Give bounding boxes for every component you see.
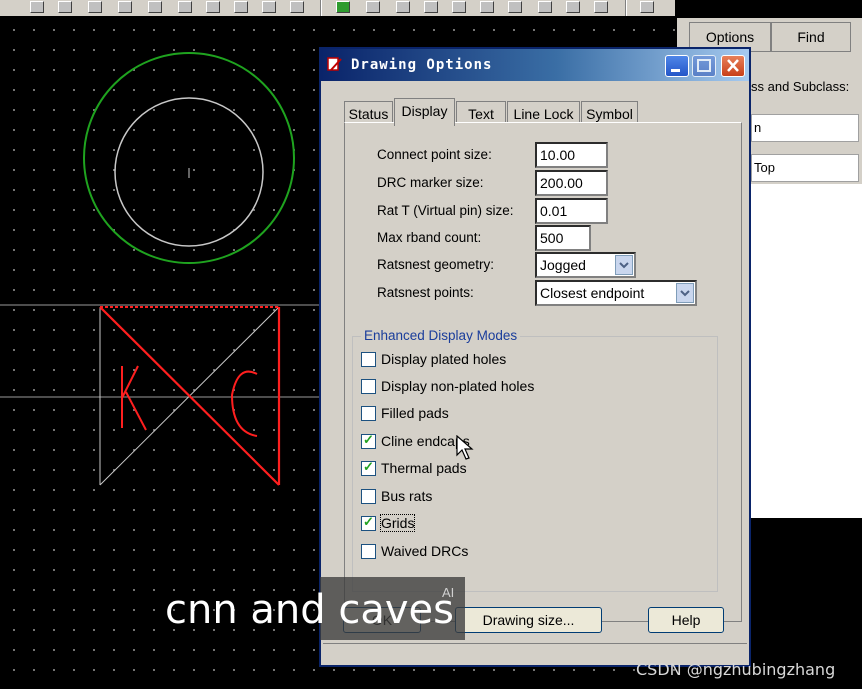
bus-rats-label: Bus rats <box>381 488 433 504</box>
mouse-cursor-icon <box>456 435 474 460</box>
drc-marker-size-input[interactable]: 200.00 <box>535 170 608 196</box>
watermark: CSDN @ngzhubingzhang <box>636 660 836 679</box>
help-button[interactable]: Help <box>648 607 724 633</box>
class-select[interactable]: n <box>751 114 859 142</box>
max-rband-count-input[interactable]: 500 <box>535 225 591 251</box>
subclass-select[interactable]: Top <box>751 154 859 182</box>
maximize-button <box>692 55 716 77</box>
filled-pads-label: Filled pads <box>381 405 449 421</box>
minimize-button[interactable] <box>665 55 689 77</box>
display-non-plated-holes-checkbox[interactable]: ✓ <box>361 379 376 394</box>
ratsnest-points-select[interactable]: Closest endpoint <box>535 280 697 306</box>
ratsnest-points-label: Ratsnest points: <box>377 285 474 300</box>
waived-drcs-checkbox[interactable]: ✓ <box>361 544 376 559</box>
grids-checkbox[interactable]: ✓ <box>361 514 376 531</box>
ratsnest-geometry-select[interactable]: Jogged <box>535 252 636 278</box>
chevron-down-icon <box>619 262 629 269</box>
letter-k-leg <box>125 391 147 431</box>
tab-display[interactable]: Display <box>394 98 455 126</box>
chevron-down-icon <box>680 290 690 297</box>
maximize-icon <box>697 59 711 72</box>
display-non-plated-holes-label: Display non-plated holes <box>381 378 535 394</box>
max-rband-count-label: Max rband count: <box>377 230 482 245</box>
ratsnest-points-value: Closest endpoint <box>540 285 645 301</box>
minimize-icon <box>671 69 680 72</box>
class-subclass-label: ss and Subclass: <box>751 79 850 94</box>
dialog-titlebar[interactable]: Drawing Options <box>321 49 749 81</box>
drawing-options-dialog: Drawing Options Status Display Text Line… <box>319 47 751 667</box>
enhanced-display-modes-label: Enhanced Display Modes <box>361 328 521 343</box>
rat-t-size-label: Rat T (Virtual pin) size: <box>377 203 514 218</box>
grids-label: Grids <box>379 514 416 532</box>
ratsnest-geometry-label: Ratsnest geometry: <box>377 257 495 272</box>
rat-t-size-input[interactable]: 0.01 <box>535 198 608 224</box>
ai-badge: AI <box>442 585 455 600</box>
letter-k-arm <box>121 365 139 399</box>
ratsnest-geometry-value: Jogged <box>540 257 586 273</box>
bus-rats-checkbox[interactable]: ✓ <box>361 489 376 504</box>
pad-outer-circle <box>83 52 295 264</box>
thermal-pads-checkbox[interactable]: ✓ <box>361 459 376 476</box>
display-plated-holes-label: Display plated holes <box>381 351 507 367</box>
thermal-pads-label: Thermal pads <box>381 460 467 476</box>
drawing-app-icon <box>327 57 342 71</box>
dialog-title: Drawing Options <box>351 57 493 73</box>
close-button[interactable] <box>721 55 745 77</box>
check-mark-icon: ✓ <box>363 459 374 474</box>
tab-find[interactable]: Find <box>771 22 851 52</box>
check-mark-icon: ✓ <box>363 514 374 529</box>
drawing-size-button[interactable]: Drawing size... <box>455 607 602 633</box>
check-mark-icon: ✓ <box>363 432 374 447</box>
close-icon <box>727 59 739 72</box>
connect-point-size-input[interactable]: 10.00 <box>535 142 608 168</box>
subtitle-caption: cnn and caves <box>165 587 455 633</box>
drc-marker-size-label: DRC marker size: <box>377 175 484 190</box>
display-plated-holes-checkbox[interactable]: ✓ <box>361 352 376 367</box>
filled-pads-checkbox[interactable]: ✓ <box>361 406 376 421</box>
letter-c <box>230 370 258 437</box>
ratsnest-geometry-dropdown[interactable] <box>615 255 633 275</box>
cline-endcaps-checkbox[interactable]: ✓ <box>361 432 376 449</box>
ratsnest-points-dropdown[interactable] <box>676 283 694 303</box>
connect-point-size-label: Connect point size: <box>377 147 492 162</box>
waived-drcs-label: Waived DRCs <box>381 543 469 559</box>
